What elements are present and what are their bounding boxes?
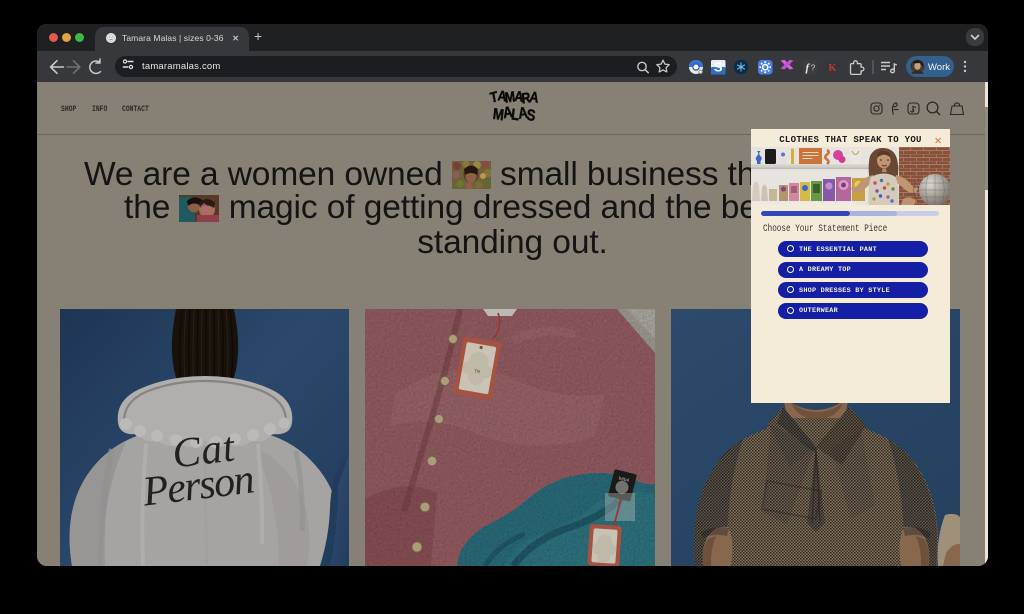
svg-text:Work: Work (928, 62, 950, 73)
svg-text:S: S (714, 60, 723, 75)
svg-text:K: K (828, 63, 837, 74)
svg-text:?: ? (811, 63, 816, 72)
